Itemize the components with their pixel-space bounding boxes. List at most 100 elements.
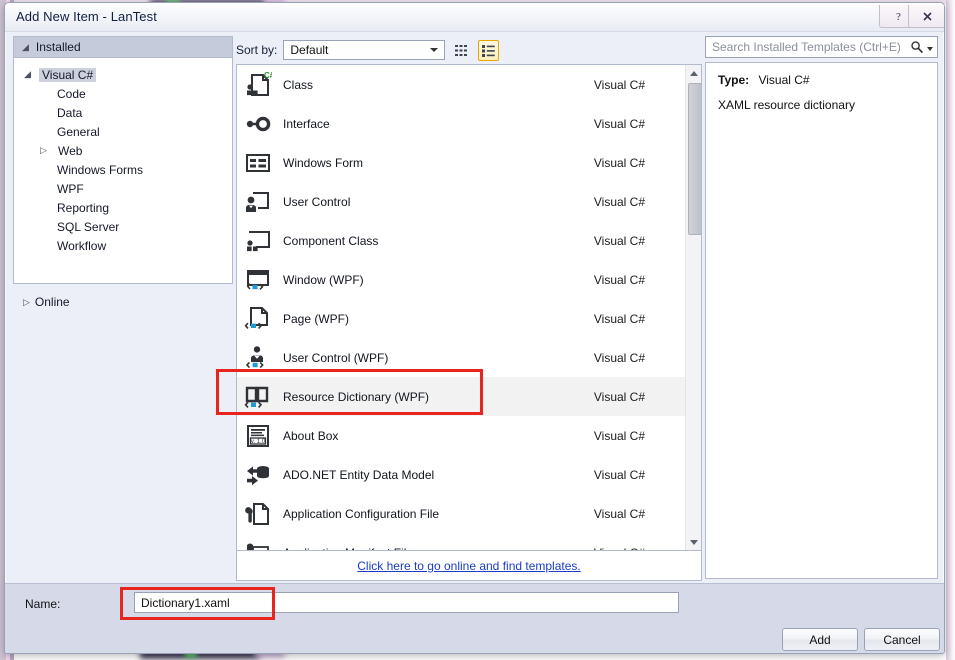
template-list-item[interactable]: User Control Visual C# [237,182,685,221]
template-language: Visual C# [593,506,645,521]
sidebar-item-label: Visual C# [39,67,97,82]
sidebar-item-general[interactable]: General [14,122,232,141]
search-box[interactable] [705,36,938,58]
sidebar-item-data[interactable]: Data [14,103,232,122]
user-control-wpf-icon [243,343,273,373]
template-list-item[interactable]: Application Configuration File Visual C# [237,494,685,533]
online-label: Online [34,295,70,309]
template-name: Windows Form [283,155,364,170]
window-wpf-icon [243,265,273,295]
scrollbar-thumb[interactable] [688,83,701,235]
sidebar-item-label: Reporting [57,200,110,215]
add-new-item-dialog: Add New Item - LanTest ? ◢ Installed ◢ Vi… [4,2,945,654]
template-list-item[interactable]: User Control (WPF) Visual C# [237,338,685,377]
list-view-button[interactable] [478,39,500,61]
svg-text:?: ? [896,11,901,23]
sidebar-item-label: Data [57,105,83,120]
template-list-item[interactable]: Interface Visual C# [237,104,685,143]
category-tree[interactable]: ◢ Visual C# Code Data General ▷ Web Windows For… [13,57,233,284]
about-box-icon: v. 1.0 [247,424,269,447]
desktop-artifact [946,0,955,660]
template-list-item[interactable]: Resource Dictionary (WPF) Visual C# [237,377,685,416]
name-input[interactable] [134,592,679,613]
templates-list[interactable]: C# Class Visual C# Interface Visual C# Win… [237,65,685,550]
template-list-item[interactable]: C# Class Visual C# [237,65,685,104]
scroll-down-button[interactable] [686,534,701,550]
template-list-item[interactable]: Window (WPF) Visual C# [237,260,685,299]
tiles-view-icon [455,44,468,56]
template-language: Visual C# [593,467,645,482]
template-language: Visual C# [593,233,645,248]
search-dropdown-arrow-icon [927,47,933,51]
sidebar-item-sql-server[interactable]: SQL Server [14,217,232,236]
template-list-item[interactable]: Component Class Visual C# [237,221,685,260]
template-description: XAML resource dictionary [718,98,855,112]
sidebar-item-online[interactable]: ▷ Online [13,292,233,312]
template-language: Visual C# [593,194,645,209]
sort-by-dropdown[interactable]: Default [283,40,446,60]
online-templates-strip: Click here to go online and find templat… [236,551,702,581]
sidebar-item-label: General [57,124,100,139]
template-name: Resource Dictionary (WPF) [283,389,430,404]
template-list-item[interactable]: Page (WPF) Visual C# [237,299,685,338]
window-title: Add New Item - LanTest [16,9,157,24]
sidebar-item-web[interactable]: ▷ Web [14,141,232,160]
svg-text:v. 1.0: v. 1.0 [251,438,266,444]
template-list-item[interactable]: v. 1.0 About Box Visual C# [237,416,685,455]
windows-form-icon [246,153,270,172]
title-bar: Add New Item - LanTest ? [5,3,944,32]
close-button[interactable] [908,5,944,28]
sidebar-item-label: Workflow [57,238,107,253]
sidebar-item-label: WPF [57,181,84,196]
sidebar-item-visual-c-[interactable]: ◢ Visual C# [14,65,232,84]
template-list-item[interactable]: ADO.NET Entity Data Model Visual C# [237,455,685,494]
templates-scrollbar[interactable] [685,65,701,550]
sort-toolbar: Sort by: Default [236,36,702,64]
dialog-footer: Name: Add Cancel [5,583,944,653]
class-icon: C# [243,70,273,100]
template-language: Visual C# [593,116,645,131]
name-label: Name: [25,597,61,611]
template-name: Interface [283,116,330,131]
sidebar-item-wpf[interactable]: WPF [14,179,232,198]
template-list-item[interactable]: Application Manifest File Visual C# [237,533,685,550]
template-language: Visual C# [593,428,645,443]
details-panel: Type: Visual C# XAML resource dictionary [705,36,938,581]
sidebar-item-label: Windows Forms [57,162,144,177]
template-list-item[interactable]: Windows Form Visual C# [237,143,685,182]
resource-dictionary-icon [244,386,269,408]
cancel-button[interactable]: Cancel [864,628,940,651]
installed-section-header[interactable]: ◢ Installed [13,36,233,57]
chevron-down-icon [430,48,439,52]
sidebar-item-windows-forms[interactable]: Windows Forms [14,160,232,179]
templates-list-container: C# Class Visual C# Interface Visual C# Win… [236,64,702,551]
online-templates-link[interactable]: Click here to go online and find templat… [357,559,580,573]
type-label: Type: [718,73,750,87]
template-name: Application Manifest File [283,546,413,551]
triangle-down-icon [690,539,698,545]
template-language: Visual C# [594,546,645,551]
resource-dictionary-icon [243,382,273,412]
search-input[interactable] [706,37,902,57]
tiles-view-button[interactable] [451,40,472,61]
type-value: Visual C# [758,73,810,87]
search-button[interactable] [910,40,933,54]
sidebar-item-label: Code [57,86,86,101]
list-view-icon [482,44,496,57]
sidebar-item-label: Web [58,143,83,158]
ado-net-entity-icon [243,460,273,490]
sidebar-item-workflow[interactable]: Workflow [14,236,232,255]
component-class-icon [243,226,273,256]
add-button[interactable]: Add [782,628,858,651]
component-class-icon [247,230,270,251]
sidebar-item-reporting[interactable]: Reporting [14,198,232,217]
template-name: User Control (WPF) [283,350,389,365]
template-name: Class [283,77,314,92]
interface-icon [246,116,271,131]
user-control-icon [243,187,273,217]
sidebar-item-code[interactable]: Code [14,84,232,103]
scroll-up-button[interactable] [686,65,701,81]
template-language: Visual C# [593,389,645,404]
search-icon [911,41,923,54]
template-language: Visual C# [593,350,645,365]
